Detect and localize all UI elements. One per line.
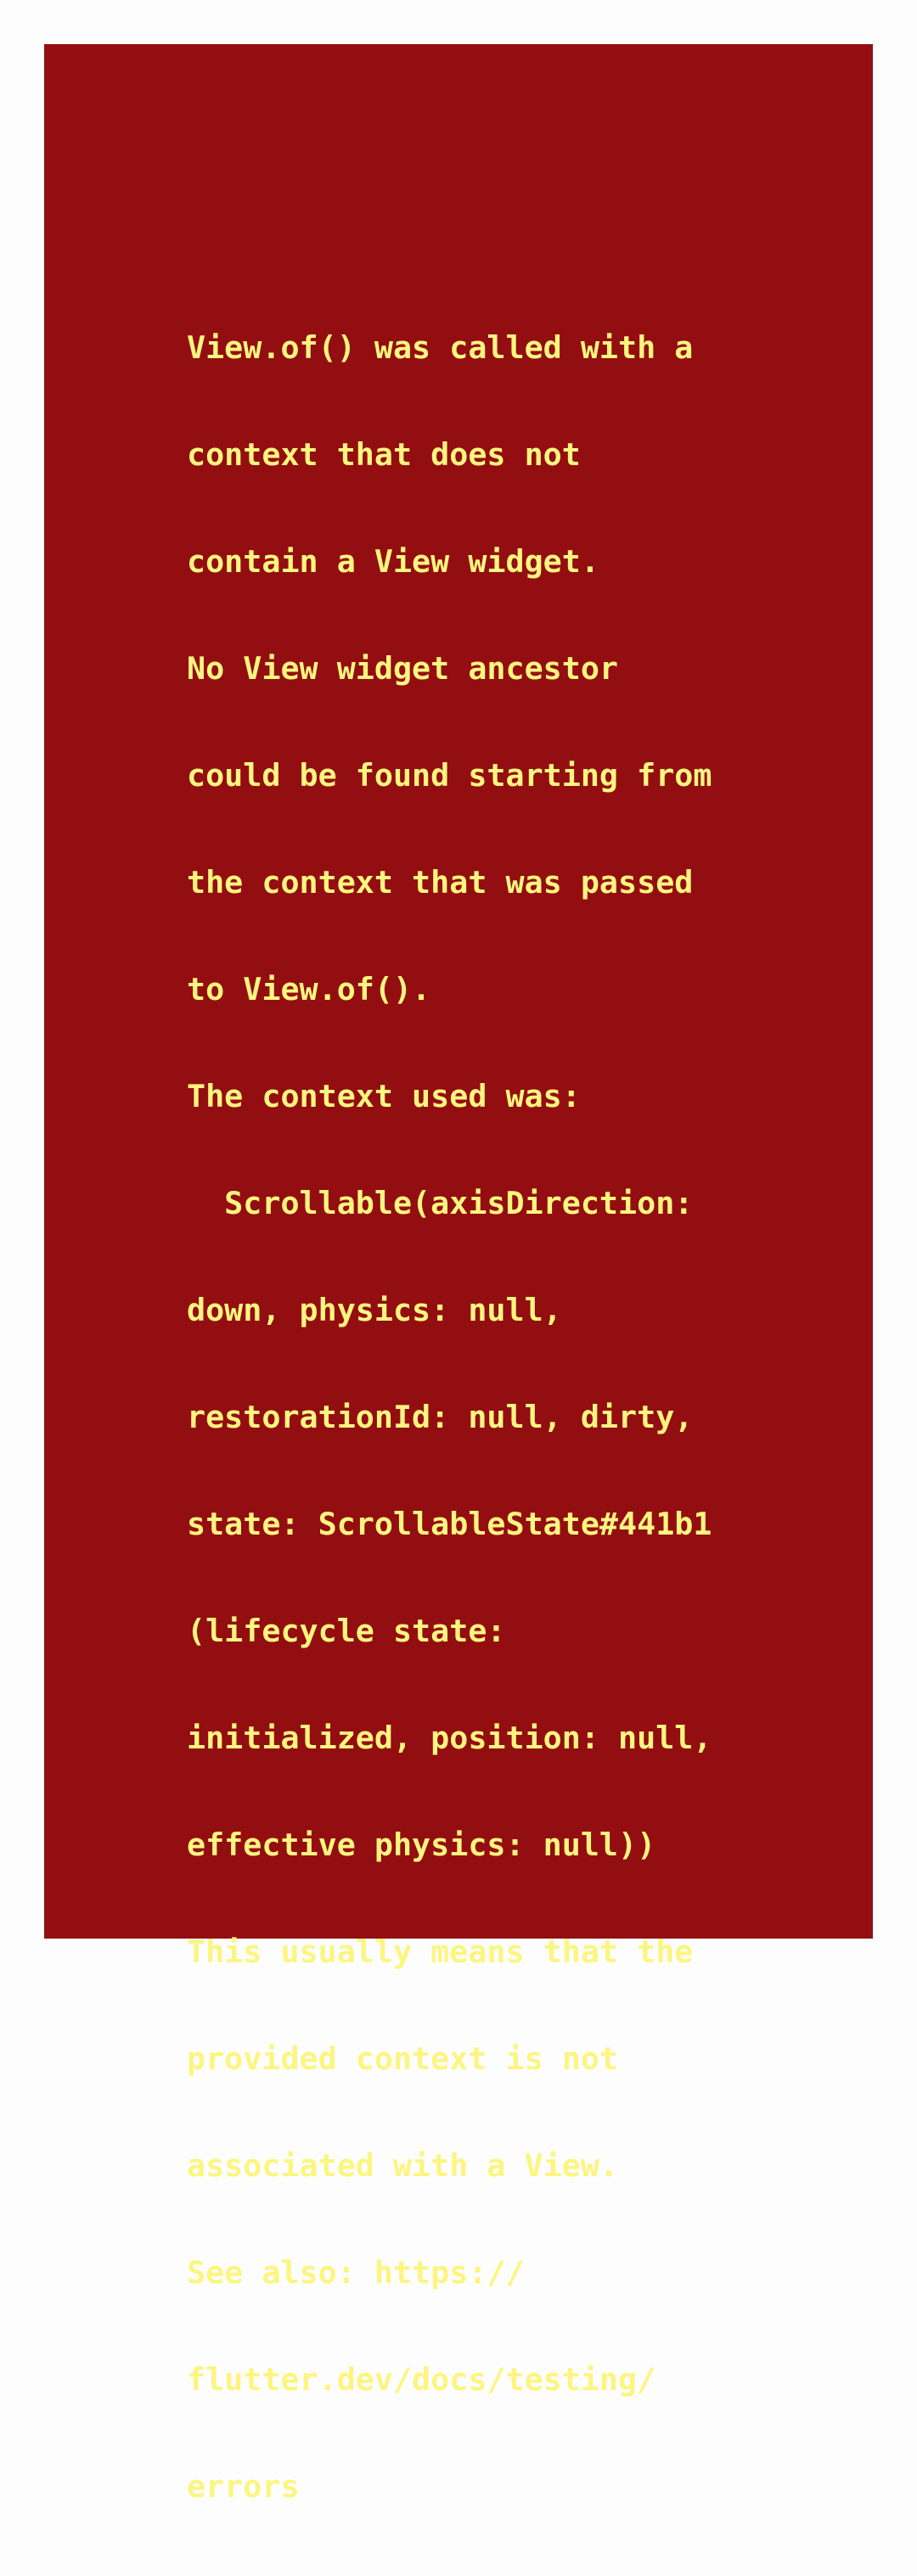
error-line: the context that was passed — [187, 864, 694, 901]
error-line: View.of() was called with a — [187, 329, 694, 366]
error-line: state: ScrollableState#441b1 — [187, 1506, 712, 1542]
error-line: errors — [187, 2468, 300, 2505]
error-message: View.of() was called with a context that… — [187, 259, 781, 2576]
error-line: The context used was: — [187, 1078, 581, 1114]
error-line: could be found starting from — [187, 757, 712, 794]
error-line: associated with a View. — [187, 2147, 619, 2184]
error-line: See also: https:// — [187, 2254, 525, 2291]
error-line: restorationId: null, dirty, — [187, 1399, 694, 1435]
error-line: initialized, position: null, — [187, 1720, 712, 1756]
error-line: (lifecycle state: — [187, 1613, 506, 1649]
error-line: No View widget ancestor — [187, 650, 619, 687]
error-line: effective physics: null)) — [187, 1827, 656, 1863]
error-line: This usually means that the — [187, 1933, 694, 1970]
error-line: context that does not — [187, 436, 581, 473]
error-line: to View.of(). — [187, 971, 431, 1007]
error-line: flutter.dev/docs/testing/ — [187, 2361, 656, 2398]
error-line: provided context is not — [187, 2040, 619, 2077]
error-line: contain a View widget. — [187, 543, 599, 580]
error-line: down, physics: null, — [187, 1292, 562, 1328]
error-panel: View.of() was called with a context that… — [44, 44, 873, 2505]
error-line: Scrollable(axisDirection: — [187, 1185, 694, 1221]
